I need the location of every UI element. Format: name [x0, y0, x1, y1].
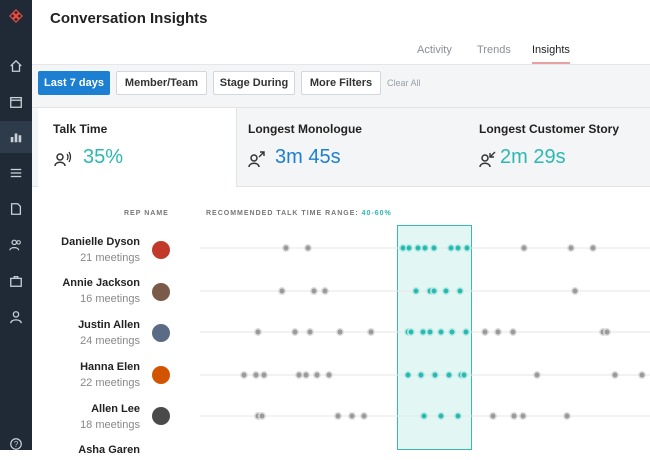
meeting-dot-in-range[interactable]	[404, 371, 412, 379]
meeting-dot-in-range[interactable]	[462, 328, 470, 336]
meeting-dot[interactable]	[360, 412, 368, 420]
meeting-dot-in-range[interactable]	[456, 287, 464, 295]
meeting-dot-in-range[interactable]	[445, 371, 453, 379]
meeting-dot[interactable]	[278, 287, 286, 295]
meeting-dot-in-range[interactable]	[454, 412, 462, 420]
meeting-dot[interactable]	[520, 244, 528, 252]
meeting-dot[interactable]	[494, 328, 502, 336]
meeting-dot-in-range[interactable]	[460, 371, 468, 379]
meeting-dot[interactable]	[306, 328, 314, 336]
meeting-dot-in-range[interactable]	[421, 244, 429, 252]
meeting-dot-in-range[interactable]	[417, 371, 425, 379]
meeting-dot-in-range[interactable]	[414, 244, 422, 252]
meeting-dot[interactable]	[254, 328, 262, 336]
meeting-dot-in-range[interactable]	[430, 244, 438, 252]
meeting-dot[interactable]	[510, 412, 518, 420]
meeting-dot[interactable]	[336, 328, 344, 336]
meeting-dot-in-range[interactable]	[431, 371, 439, 379]
meeting-dot[interactable]	[295, 371, 303, 379]
meeting-dot[interactable]	[240, 371, 248, 379]
meeting-dot[interactable]	[325, 371, 333, 379]
meeting-dot-in-range[interactable]	[430, 287, 438, 295]
meeting-dot[interactable]	[302, 371, 310, 379]
meeting-dot[interactable]	[252, 371, 260, 379]
meeting-dot[interactable]	[489, 412, 497, 420]
meeting-dot-in-range[interactable]	[419, 328, 427, 336]
meeting-dot[interactable]	[533, 371, 541, 379]
meeting-dot-in-range[interactable]	[437, 412, 445, 420]
meeting-dot-in-range[interactable]	[426, 328, 434, 336]
meeting-dot[interactable]	[321, 287, 329, 295]
meeting-dot[interactable]	[310, 287, 318, 295]
meeting-dot[interactable]	[260, 371, 268, 379]
meeting-dot[interactable]	[519, 412, 527, 420]
meeting-dot[interactable]	[481, 328, 489, 336]
meeting-dot[interactable]	[571, 287, 579, 295]
meeting-dot[interactable]	[589, 244, 597, 252]
meeting-dot[interactable]	[313, 371, 321, 379]
meeting-dot[interactable]	[258, 412, 266, 420]
meeting-dot[interactable]	[304, 244, 312, 252]
meeting-dot[interactable]	[563, 412, 571, 420]
meeting-dot-in-range[interactable]	[448, 328, 456, 336]
meeting-dot[interactable]	[291, 328, 299, 336]
meeting-dot[interactable]	[603, 328, 611, 336]
meeting-dot-in-range[interactable]	[407, 328, 415, 336]
meeting-dot-in-range[interactable]	[405, 244, 413, 252]
meeting-dot-in-range[interactable]	[442, 287, 450, 295]
meeting-dot-in-range[interactable]	[437, 328, 445, 336]
meeting-dot-in-range[interactable]	[412, 287, 420, 295]
meeting-dot[interactable]	[509, 328, 517, 336]
meeting-dot-in-range[interactable]	[420, 412, 428, 420]
meeting-dot-in-range[interactable]	[447, 244, 455, 252]
meeting-dot[interactable]	[367, 328, 375, 336]
meeting-dot-in-range[interactable]	[463, 244, 471, 252]
meeting-dot[interactable]	[638, 371, 646, 379]
meeting-dot[interactable]	[334, 412, 342, 420]
meeting-dot[interactable]	[567, 244, 575, 252]
meeting-dot-in-range[interactable]	[454, 244, 462, 252]
talk-time-dot-plot	[200, 244, 650, 420]
meeting-dot[interactable]	[282, 244, 290, 252]
meeting-dot[interactable]	[611, 371, 619, 379]
meeting-dot[interactable]	[348, 412, 356, 420]
